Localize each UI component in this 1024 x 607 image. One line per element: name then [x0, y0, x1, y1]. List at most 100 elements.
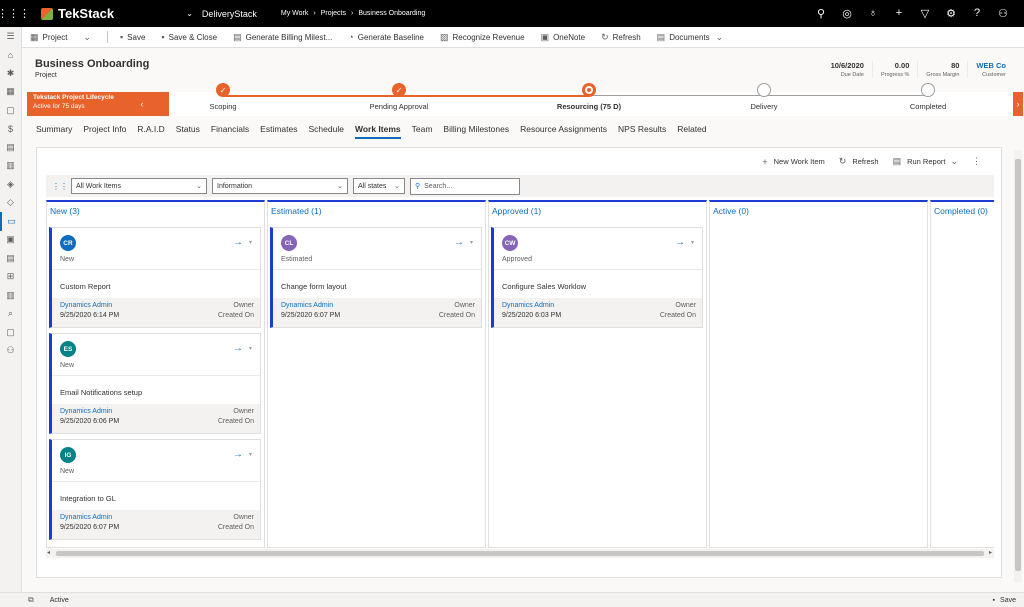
chevron-down-icon[interactable]: ▾	[470, 239, 473, 246]
clipboard-icon[interactable]: ▥	[0, 286, 21, 305]
documents-button[interactable]: ▤ Documents ⌄	[649, 32, 736, 43]
open-window-icon[interactable]: ⧉	[28, 595, 34, 605]
scrollbar-thumb[interactable]	[56, 551, 984, 556]
search-list-icon[interactable]: ⌕	[0, 305, 21, 324]
work-item-card[interactable]: IG → ▾ New Integration to GL Dynamics Adm…	[49, 439, 261, 540]
view-select[interactable]: All Work Items ⌄	[71, 178, 207, 194]
vertical-scrollbar[interactable]	[1014, 150, 1022, 582]
customer-link[interactable]: WEB Co	[976, 61, 1006, 70]
app-switcher[interactable]: ⌄ DeliveryStack	[186, 9, 257, 19]
save-close-button[interactable]: ▪ Save & Close	[153, 32, 225, 42]
tab-financials[interactable]: Financials	[211, 124, 249, 139]
hierarchy-icon[interactable]: ⊞	[0, 268, 21, 287]
scroll-right-icon[interactable]: ▸	[989, 549, 992, 556]
save-button[interactable]: ▪ Save	[112, 32, 153, 42]
owner-link[interactable]: Dynamics Admin	[502, 302, 554, 309]
arrow-right-icon[interactable]: →	[233, 237, 243, 248]
clipboard-icon[interactable]: ▥	[0, 157, 21, 176]
tab-related[interactable]: Related	[677, 124, 706, 139]
work-items-icon[interactable]: ▭	[0, 212, 21, 231]
drag-handle-icon[interactable]: ⋮⋮	[52, 182, 68, 191]
search-icon[interactable]: ⚲	[808, 7, 834, 20]
task-icon[interactable]: ◎	[834, 7, 860, 20]
work-item-card[interactable]: CL → ▾ Estimated Change form layout Dynam…	[270, 227, 482, 328]
stage-resourcing[interactable]: Resourcing (75 D)	[529, 83, 649, 111]
previous-stage-arrow[interactable]: ‹	[137, 92, 147, 116]
more-options-button[interactable]: ⋮	[972, 156, 987, 167]
breadcrumb-item[interactable]: My Work	[281, 10, 308, 17]
breadcrumb-item[interactable]: Business Onboarding	[358, 10, 425, 17]
cube-icon[interactable]: ◇	[0, 194, 21, 213]
tab-resource-assignments[interactable]: Resource Assignments	[520, 124, 607, 139]
owner-link[interactable]: Dynamics Admin	[281, 302, 333, 309]
chevron-down-icon[interactable]: ▾	[249, 345, 252, 352]
help-icon[interactable]: ?	[964, 7, 990, 20]
project-chevron[interactable]: ⌄	[75, 32, 103, 43]
work-item-card[interactable]: ES → ▾ New Email Notifications setup Dyna…	[49, 333, 261, 434]
app-launcher-icon[interactable]: ⋮⋮⋮	[0, 0, 30, 27]
refresh-button[interactable]: ↻ Refresh	[593, 32, 649, 43]
arrow-right-icon[interactable]: →	[233, 449, 243, 460]
home-icon[interactable]: ⌂	[0, 46, 21, 65]
form-select[interactable]: Information ⌄	[212, 178, 348, 194]
stage-completed[interactable]: Completed	[868, 83, 988, 111]
process-summary[interactable]: Tekstack Project Lifecycle Active for 75…	[27, 92, 169, 116]
state-select[interactable]: All states ⌄	[353, 178, 405, 194]
chevron-down-icon[interactable]: ▾	[249, 239, 252, 246]
onenote-button[interactable]: ▣ OneNote	[533, 32, 594, 43]
tab-team[interactable]: Team	[412, 124, 433, 139]
new-work-item-button[interactable]: + New Work Item	[762, 157, 824, 167]
project-button[interactable]: ▦ Project	[22, 32, 75, 43]
owner-link[interactable]: Dynamics Admin	[60, 514, 112, 521]
search-input[interactable]: ⚲ Search...	[410, 177, 520, 195]
generate-baseline-button[interactable]: ◔ Generate Baseline	[340, 32, 432, 42]
arrow-right-icon[interactable]: →	[675, 237, 685, 248]
status-save-button[interactable]: ▪ Save	[993, 597, 1016, 604]
report-icon[interactable]: ▣	[0, 231, 21, 250]
filter-icon[interactable]: ▽	[912, 7, 938, 20]
work-item-card[interactable]: CW → ▾ Approved Configure Sales Worklow D…	[491, 227, 703, 328]
money-icon[interactable]: $	[0, 120, 21, 139]
tab-work-items[interactable]: Work Items	[354, 124, 401, 139]
work-item-card[interactable]: CR → ▾ New Custom Report Dynamics Admin Ow…	[49, 227, 261, 328]
tab-nps-results[interactable]: NPS Results	[618, 124, 666, 139]
tab-status[interactable]: Status	[176, 124, 200, 139]
tab-estimates[interactable]: Estimates	[260, 124, 297, 139]
owner-link[interactable]: Dynamics Admin	[60, 302, 112, 309]
pinned-icon[interactable]: ✱	[0, 64, 21, 83]
plus-icon[interactable]: +	[886, 7, 912, 20]
breadcrumb-item[interactable]: Projects	[321, 10, 346, 17]
stage-scoping[interactable]: ✓ Scoping	[163, 83, 283, 111]
menu-icon[interactable]: ☰	[0, 27, 21, 46]
horizontal-scrollbar[interactable]: ◂ ▸	[46, 549, 994, 558]
scrollbar-thumb[interactable]	[1015, 159, 1021, 571]
tab-schedule[interactable]: Schedule	[309, 124, 344, 139]
billing-icon[interactable]: ▤	[0, 249, 21, 268]
notes-icon[interactable]: ▢	[0, 323, 21, 342]
arrow-right-icon[interactable]: →	[233, 343, 243, 354]
recognize-revenue-button[interactable]: ▨ Recognize Revenue	[432, 32, 533, 43]
arrow-right-icon[interactable]: →	[454, 237, 464, 248]
document-icon[interactable]: ▢	[0, 101, 21, 120]
calendar-icon[interactable]: ▦	[0, 83, 21, 102]
person-icon[interactable]: ⚇	[0, 342, 21, 361]
clipboard-icon[interactable]: ▤	[0, 138, 21, 157]
tab-summary[interactable]: Summary	[36, 124, 72, 139]
tab-raid[interactable]: R.A.I.D	[137, 124, 164, 139]
next-stage-arrow[interactable]: ›	[1013, 92, 1023, 116]
scroll-left-icon[interactable]: ◂	[47, 549, 50, 556]
user-icon[interactable]: ⚇	[990, 7, 1016, 20]
cube-icon[interactable]: ◈	[0, 175, 21, 194]
chevron-down-icon[interactable]: ▾	[249, 451, 252, 458]
owner-link[interactable]: Dynamics Admin	[60, 408, 112, 415]
tab-billing-milestones[interactable]: Billing Milestones	[443, 124, 509, 139]
generate-billing-milestones-button[interactable]: ▤ Generate Billing Milest...	[225, 32, 340, 43]
lightbulb-icon[interactable]: ♁	[860, 7, 886, 20]
tab-project-info[interactable]: Project Info	[83, 124, 126, 139]
stage-delivery[interactable]: Delivery	[704, 83, 824, 111]
run-report-button[interactable]: ▤ Run Report ⌄	[893, 156, 958, 167]
gear-icon[interactable]: ⚙	[938, 7, 964, 20]
board-refresh-button[interactable]: ↻ Refresh	[839, 156, 879, 167]
stage-pending-approval[interactable]: ✓ Pending Approval	[339, 83, 459, 111]
chevron-down-icon[interactable]: ▾	[691, 239, 694, 246]
